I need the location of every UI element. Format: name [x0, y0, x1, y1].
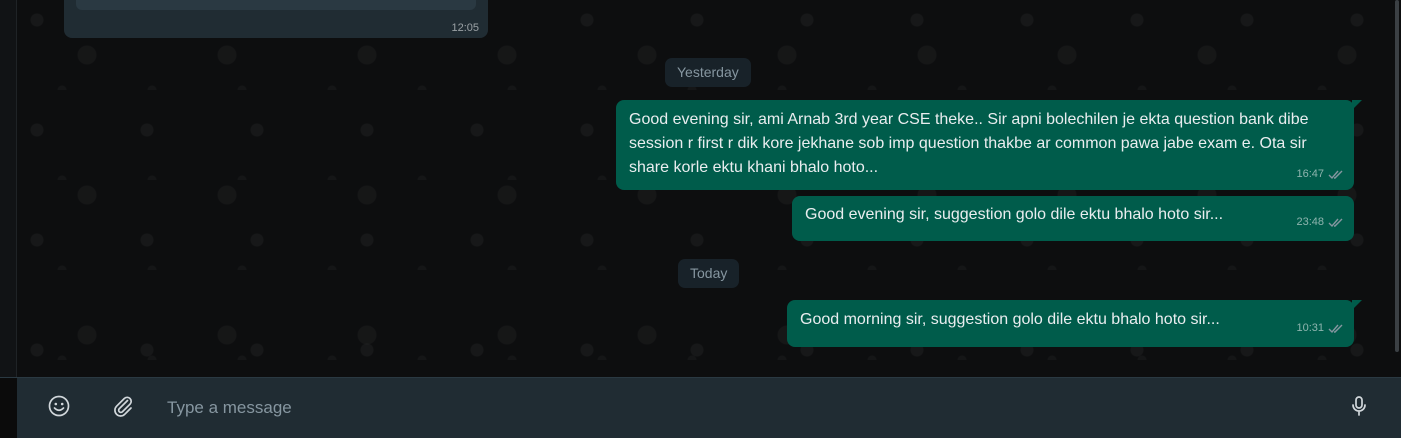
- message-text: Good evening sir, ami Arnab 3rd year CSE…: [629, 111, 1309, 176]
- message-meta: 23:48: [1296, 210, 1344, 234]
- outgoing-message-bubble[interactable]: Good evening sir, ami Arnab 3rd year CSE…: [616, 100, 1362, 190]
- message-composer: Type a message: [17, 378, 1401, 438]
- sidebar-edge: [0, 0, 17, 378]
- message-time: 16:47: [1296, 168, 1324, 180]
- voice-message-button[interactable]: [1345, 392, 1373, 420]
- incoming-message-bubble[interactable]: 12:05: [64, 0, 488, 38]
- date-separator-today: Today: [678, 259, 740, 288]
- message-time: 23:48: [1296, 216, 1324, 228]
- date-separator-yesterday: Yesterday: [665, 58, 751, 87]
- chat-scrollbar[interactable]: [1395, 0, 1399, 352]
- bubble-tail: [1352, 100, 1362, 110]
- message-meta: 10:31: [1296, 316, 1344, 340]
- message-text: Good evening sir, suggestion golo dile e…: [805, 206, 1224, 223]
- bubble-tail: [1352, 300, 1362, 310]
- message-meta: 16:47: [1296, 162, 1344, 186]
- message-time: 12:05: [451, 22, 479, 34]
- paperclip-icon: [114, 396, 133, 417]
- emoji-button[interactable]: [45, 392, 73, 420]
- message-time: 10:31: [1296, 322, 1324, 334]
- attach-button[interactable]: [109, 392, 137, 420]
- double-check-icon: [1328, 170, 1343, 179]
- message-input[interactable]: Type a message: [167, 388, 1327, 428]
- incoming-message-preview: [76, 0, 476, 10]
- double-check-icon: [1328, 218, 1343, 227]
- double-check-icon: [1328, 324, 1343, 333]
- message-text: Good morning sir, suggestion golo dile e…: [800, 311, 1220, 328]
- outgoing-message-bubble[interactable]: Good morning sir, suggestion golo dile e…: [787, 300, 1362, 347]
- microphone-icon: [1352, 396, 1366, 416]
- message-input-placeholder: Type a message: [167, 398, 292, 417]
- outgoing-message-bubble[interactable]: Good evening sir, suggestion golo dile e…: [792, 196, 1354, 241]
- emoji-icon: [48, 395, 70, 417]
